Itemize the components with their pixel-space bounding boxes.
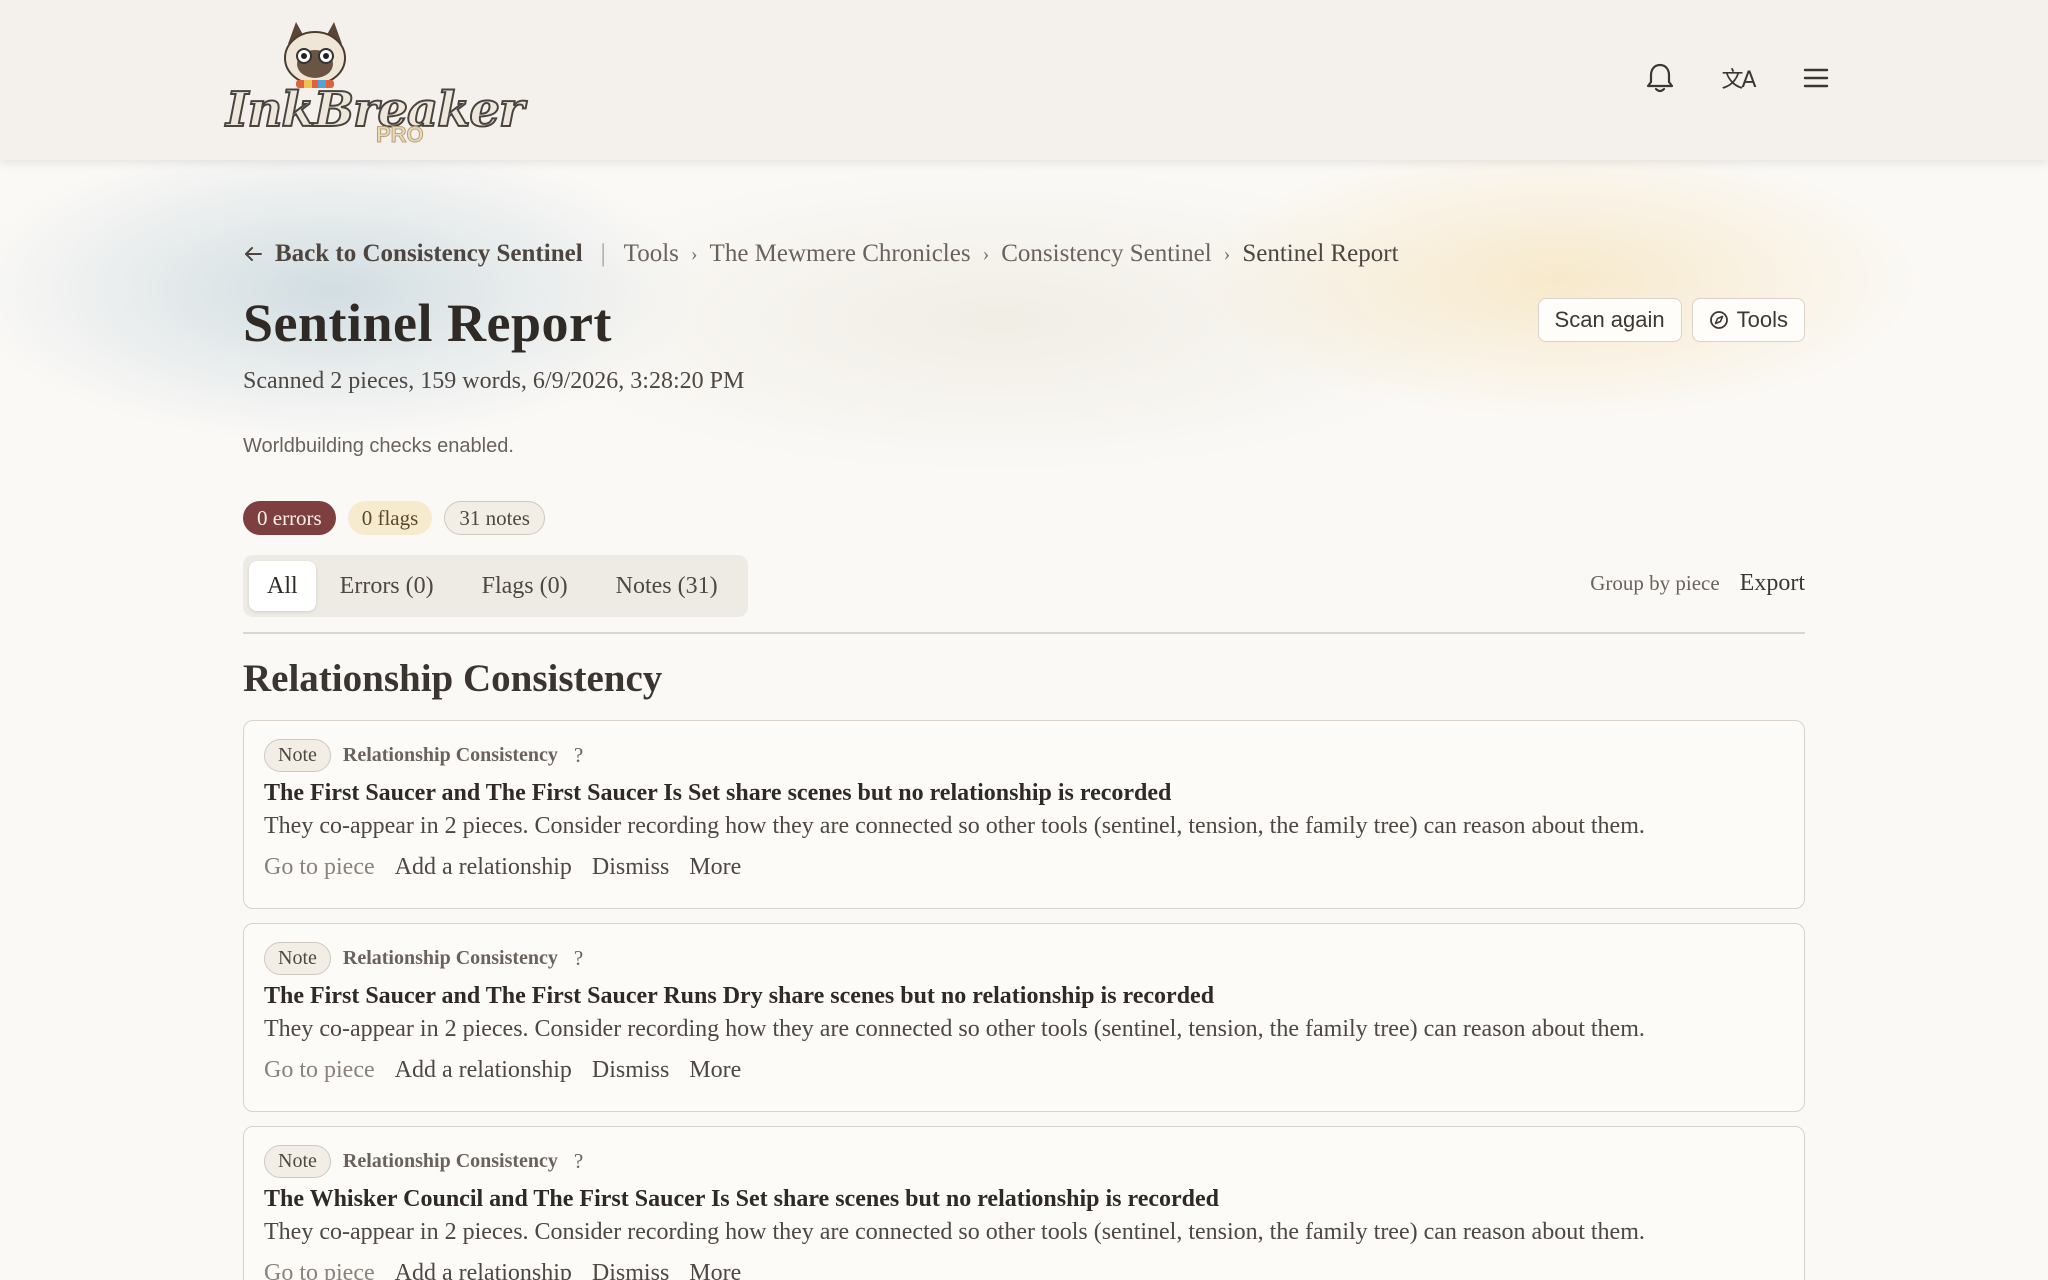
- chevron-right-icon: ›: [1223, 242, 1231, 265]
- finding-title: The Whisker Council and The First Saucer…: [264, 1186, 1219, 1212]
- filter-tabs: All Errors (0) Flags (0) Notes (31): [243, 555, 748, 617]
- go-to-piece-button[interactable]: Go to piece: [264, 1260, 375, 1280]
- help-icon[interactable]: ?: [574, 1149, 583, 1174]
- issue-counts: 0 errors 0 flags 31 notes: [243, 501, 545, 535]
- tab-all[interactable]: All: [249, 561, 316, 611]
- finding-card: Note Relationship Consistency ? The Firs…: [243, 923, 1805, 1112]
- severity-badge: Note: [264, 739, 331, 772]
- dismiss-button[interactable]: Dismiss: [592, 854, 669, 881]
- finding-description: They co-appear in 2 pieces. Consider rec…: [264, 1219, 1645, 1245]
- breadcrumb: Back to Consistency Sentinel | Tools › T…: [243, 240, 1399, 268]
- go-to-piece-button[interactable]: Go to piece: [264, 854, 375, 881]
- page-title: Sentinel Report: [243, 293, 612, 353]
- finding-category: Relationship Consistency: [342, 1150, 558, 1172]
- menu-icon: [1803, 68, 1829, 88]
- tab-errors[interactable]: Errors (0): [316, 561, 458, 611]
- more-button[interactable]: More: [689, 854, 741, 881]
- language-button[interactable]: 文A: [1718, 58, 1758, 98]
- export-button[interactable]: Export: [1740, 570, 1805, 597]
- breadcrumb-current: Sentinel Report: [1242, 240, 1399, 267]
- report-actions: Scan again Tools: [1537, 298, 1805, 342]
- logo-wordmark: InkBreaker: [225, 81, 525, 139]
- add-relationship-button[interactable]: Add a relationship: [395, 1260, 572, 1280]
- finding-card: Note Relationship Consistency ? The Firs…: [243, 720, 1805, 909]
- scan-again-button[interactable]: Scan again: [1537, 298, 1682, 342]
- tab-flags[interactable]: Flags (0): [458, 561, 592, 611]
- finding-category: Relationship Consistency: [342, 744, 558, 766]
- back-to-sentinel-link[interactable]: Back to Consistency Sentinel: [243, 240, 583, 268]
- chevron-right-icon: ›: [690, 242, 698, 265]
- section-heading: Relationship Consistency: [243, 657, 663, 700]
- finding-description: They co-appear in 2 pieces. Consider rec…: [264, 813, 1645, 839]
- notes-count-badge: 31 notes: [444, 501, 545, 535]
- finding-category: Relationship Consistency: [342, 947, 558, 969]
- breadcrumb-project[interactable]: The Mewmere Chronicles: [710, 240, 971, 268]
- add-relationship-button[interactable]: Add a relationship: [395, 854, 572, 881]
- breadcrumb-divider: |: [600, 240, 606, 267]
- breadcrumb-consistency-sentinel[interactable]: Consistency Sentinel: [1001, 240, 1211, 268]
- breadcrumb-tools[interactable]: Tools: [624, 240, 679, 268]
- top-bar: InkBreaker PRO 文A: [0, 0, 2048, 160]
- app-logo[interactable]: InkBreaker PRO: [222, 18, 525, 148]
- chevron-right-icon: ›: [982, 242, 990, 265]
- finding-description: They co-appear in 2 pieces. Consider rec…: [264, 1016, 1645, 1042]
- notifications-button[interactable]: [1640, 58, 1680, 98]
- severity-badge: Note: [264, 942, 331, 975]
- help-icon[interactable]: ?: [574, 946, 583, 971]
- tools-label: Tools: [1736, 307, 1788, 332]
- finding-title: The First Saucer and The First Saucer Is…: [264, 780, 1172, 806]
- severity-badge: Note: [264, 1145, 331, 1178]
- more-button[interactable]: More: [689, 1057, 741, 1084]
- findings-list: Note Relationship Consistency ? The Firs…: [243, 720, 1805, 1280]
- tab-notes[interactable]: Notes (31): [592, 561, 742, 611]
- finding-actions: Go to piece Add a relationship Dismiss M…: [264, 1260, 1784, 1280]
- more-button[interactable]: More: [689, 1260, 741, 1280]
- worldbuilding-status: Worldbuilding checks enabled.: [243, 435, 514, 457]
- section-divider: [243, 632, 1805, 634]
- help-icon[interactable]: ?: [574, 743, 583, 768]
- flags-count-badge: 0 flags: [347, 501, 433, 535]
- errors-count-badge: 0 errors: [243, 501, 336, 535]
- scan-summary: Scanned 2 pieces, 159 words, 6/9/2026, 3…: [243, 368, 745, 394]
- finding-actions: Go to piece Add a relationship Dismiss M…: [264, 1057, 1784, 1084]
- scan-again-label: Scan again: [1554, 307, 1665, 332]
- finding-title: The First Saucer and The First Saucer Ru…: [264, 983, 1215, 1009]
- main-menu-button[interactable]: [1796, 58, 1836, 98]
- translate-icon: 文A: [1721, 68, 1756, 93]
- go-to-piece-button[interactable]: Go to piece: [264, 1057, 375, 1084]
- arrow-left-icon: [245, 247, 262, 261]
- back-link-label: Back to Consistency Sentinel: [275, 240, 583, 267]
- logo-pro-badge: PRO: [376, 122, 425, 148]
- bell-icon: [1646, 63, 1674, 93]
- list-tools: Group by piece Export: [1590, 570, 1805, 597]
- group-by-piece-toggle[interactable]: Group by piece: [1590, 571, 1719, 596]
- add-relationship-button[interactable]: Add a relationship: [395, 1057, 572, 1084]
- finding-card: Note Relationship Consistency ? The Whis…: [243, 1126, 1805, 1280]
- tools-button[interactable]: Tools: [1691, 298, 1805, 342]
- compass-icon: [1709, 311, 1728, 329]
- dismiss-button[interactable]: Dismiss: [592, 1260, 669, 1280]
- header-actions: 文A: [1640, 58, 1836, 98]
- dismiss-button[interactable]: Dismiss: [592, 1057, 669, 1084]
- finding-actions: Go to piece Add a relationship Dismiss M…: [264, 854, 1784, 881]
